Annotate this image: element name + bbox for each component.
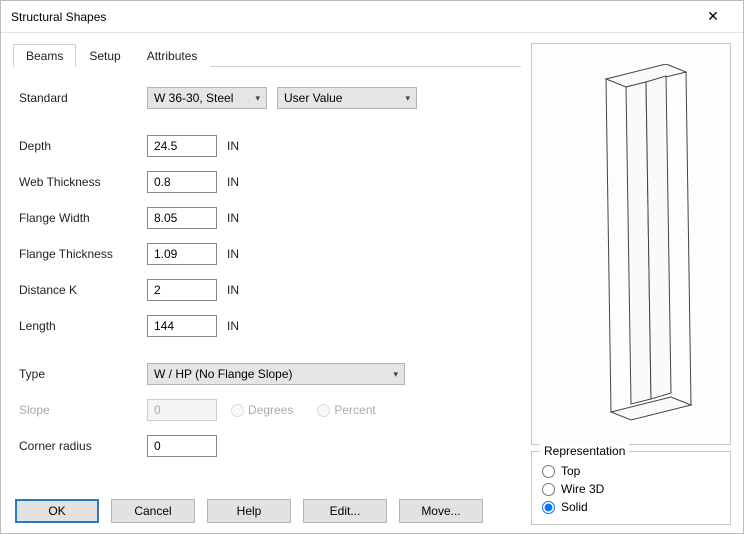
radio-slope-percent: Percent	[317, 403, 375, 417]
label-distance-k: Distance K	[19, 283, 147, 297]
radio-rep-top[interactable]: Top	[542, 464, 720, 478]
label-type: Type	[19, 367, 147, 381]
representation-group: Representation Top Wire 3D Solid	[531, 451, 731, 525]
label-standard: Standard	[19, 91, 147, 105]
close-button[interactable]: ✕	[693, 1, 733, 33]
label-flange-thickness: Flange Thickness	[19, 247, 147, 261]
label-depth: Depth	[19, 139, 147, 153]
combo-standard-profile[interactable]: W 36-30, Steel ▾	[147, 87, 267, 109]
unit-length: IN	[227, 319, 239, 333]
label-corner-radius: Corner radius	[19, 439, 147, 453]
unit-flange-width: IN	[227, 211, 239, 225]
edit-button[interactable]: Edit...	[303, 499, 387, 523]
combo-type[interactable]: W / HP (No Flange Slope) ▾	[147, 363, 405, 385]
unit-web-thickness: IN	[227, 175, 239, 189]
input-web-thickness[interactable]	[147, 171, 217, 193]
tab-setup[interactable]: Setup	[76, 44, 133, 67]
ok-button[interactable]: OK	[15, 499, 99, 523]
label-slope: Slope	[19, 403, 147, 417]
tab-beams[interactable]: Beams	[13, 44, 76, 67]
radio-slope-degrees: Degrees	[231, 403, 293, 417]
label-length: Length	[19, 319, 147, 333]
input-corner-radius[interactable]	[147, 435, 217, 457]
unit-depth: IN	[227, 139, 239, 153]
unit-distance-k: IN	[227, 283, 239, 297]
label-web-thickness: Web Thickness	[19, 175, 147, 189]
radio-rep-wire3d[interactable]: Wire 3D	[542, 482, 720, 496]
dialog-button-row: OK Cancel Help Edit... Move...	[13, 493, 521, 525]
help-button[interactable]: Help	[207, 499, 291, 523]
titlebar: Structural Shapes ✕	[1, 1, 743, 33]
beam-isometric-icon	[556, 64, 706, 424]
input-slope	[147, 399, 217, 421]
combo-standard-mode[interactable]: User Value ▾	[277, 87, 417, 109]
radio-rep-solid[interactable]: Solid	[542, 500, 720, 514]
input-flange-width[interactable]	[147, 207, 217, 229]
chevron-down-icon: ▾	[400, 93, 410, 104]
tab-strip: Beams Setup Attributes	[13, 43, 521, 67]
input-length[interactable]	[147, 315, 217, 337]
representation-legend: Representation	[540, 444, 629, 458]
input-flange-thickness[interactable]	[147, 243, 217, 265]
window-title: Structural Shapes	[11, 10, 106, 24]
tab-attributes[interactable]: Attributes	[134, 44, 211, 67]
chevron-down-icon: ▾	[388, 369, 398, 380]
unit-flange-thickness: IN	[227, 247, 239, 261]
chevron-down-icon: ▾	[250, 93, 260, 104]
move-button[interactable]: Move...	[399, 499, 483, 523]
label-flange-width: Flange Width	[19, 211, 147, 225]
cancel-button[interactable]: Cancel	[111, 499, 195, 523]
dialog-structural-shapes: Structural Shapes ✕ Beams Setup Attribut…	[0, 0, 744, 534]
input-distance-k[interactable]	[147, 279, 217, 301]
input-depth[interactable]	[147, 135, 217, 157]
beam-preview	[531, 43, 731, 445]
